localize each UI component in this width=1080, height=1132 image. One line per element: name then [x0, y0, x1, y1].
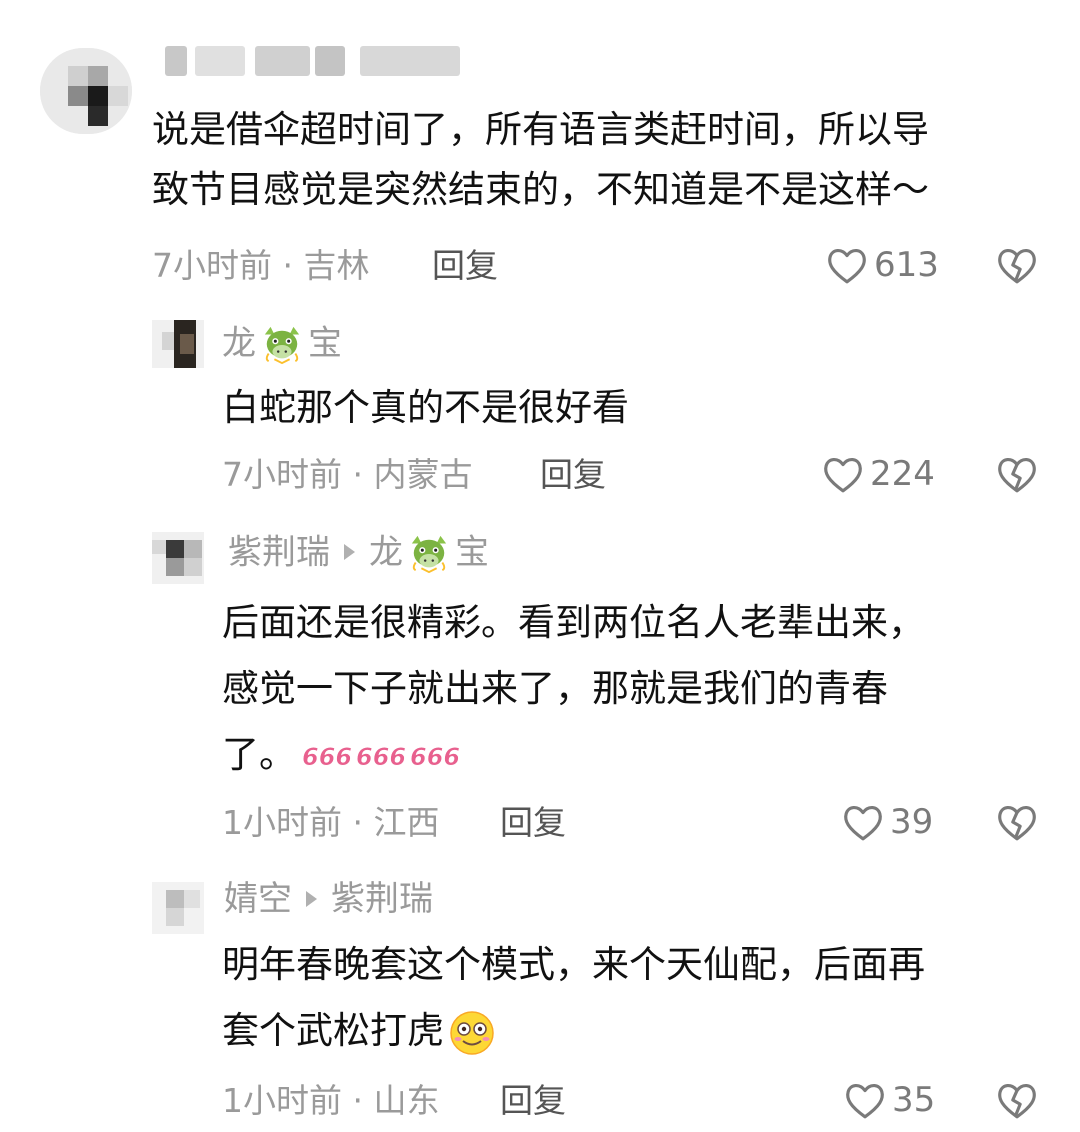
- like-button[interactable]: 613: [826, 245, 939, 285]
- comment-text: 后面还是很精彩。看到两位名人老辈出来， 感觉一下子就出来了，那就是我们的青春 了…: [222, 601, 925, 776]
- dislike-icon[interactable]: [996, 454, 1038, 494]
- 666-emoji-icon: [301, 742, 460, 771]
- dislike-icon[interactable]: [996, 1080, 1038, 1120]
- like-count: 224: [870, 454, 935, 494]
- avatar[interactable]: [40, 48, 132, 134]
- time-location: 7小时前 · 内蒙古: [222, 455, 473, 494]
- avatar[interactable]: [152, 532, 204, 584]
- dislike-icon[interactable]: [996, 802, 1038, 842]
- like-button[interactable]: 224: [822, 454, 935, 494]
- heart-icon: [846, 1083, 884, 1119]
- reply-button[interactable]: 回复: [500, 1084, 566, 1117]
- reply-button[interactable]: 回复: [540, 458, 606, 491]
- like-button[interactable]: 39: [842, 802, 933, 842]
- reply-arrow-icon: [344, 544, 355, 560]
- like-count: 35: [892, 1080, 936, 1120]
- username[interactable]: 紫荆瑞龙宝: [228, 534, 489, 574]
- username[interactable]: 龙宝: [222, 325, 342, 365]
- time-location: 1小时前 · 山东: [222, 1081, 440, 1120]
- heart-icon: [828, 248, 866, 284]
- dragon-emoji-icon: [263, 325, 301, 365]
- dragon-emoji-icon: [410, 534, 448, 574]
- username[interactable]: 婧空 紫荆瑞: [224, 882, 433, 916]
- heart-icon: [844, 805, 882, 841]
- like-button[interactable]: 35: [844, 1080, 935, 1120]
- comment-text: 白蛇那个真的不是很好看: [222, 386, 629, 429]
- like-count: 39: [890, 802, 934, 842]
- time-location: 7小时前 · 吉林: [152, 246, 370, 285]
- comment-text: 明年春晚套这个模式，来个天仙配，后面再 套个武松打虎: [222, 932, 925, 1064]
- reply-button[interactable]: 回复: [432, 249, 498, 282]
- time-location: 1小时前 · 江西: [222, 803, 440, 842]
- like-count: 613: [874, 245, 939, 285]
- smile-emoji-icon: [450, 1010, 494, 1055]
- reply-arrow-icon: [306, 890, 317, 907]
- heart-icon: [824, 457, 862, 493]
- username-blurred[interactable]: [165, 46, 465, 80]
- dislike-icon[interactable]: [996, 245, 1038, 285]
- comment-text: 说是借伞超时间了，所有语言类赶时间，所以导 致节目感觉是突然结束的，不知道是不是…: [152, 108, 929, 211]
- reply-button[interactable]: 回复: [500, 806, 566, 839]
- avatar[interactable]: [152, 320, 204, 368]
- avatar[interactable]: [152, 882, 204, 934]
